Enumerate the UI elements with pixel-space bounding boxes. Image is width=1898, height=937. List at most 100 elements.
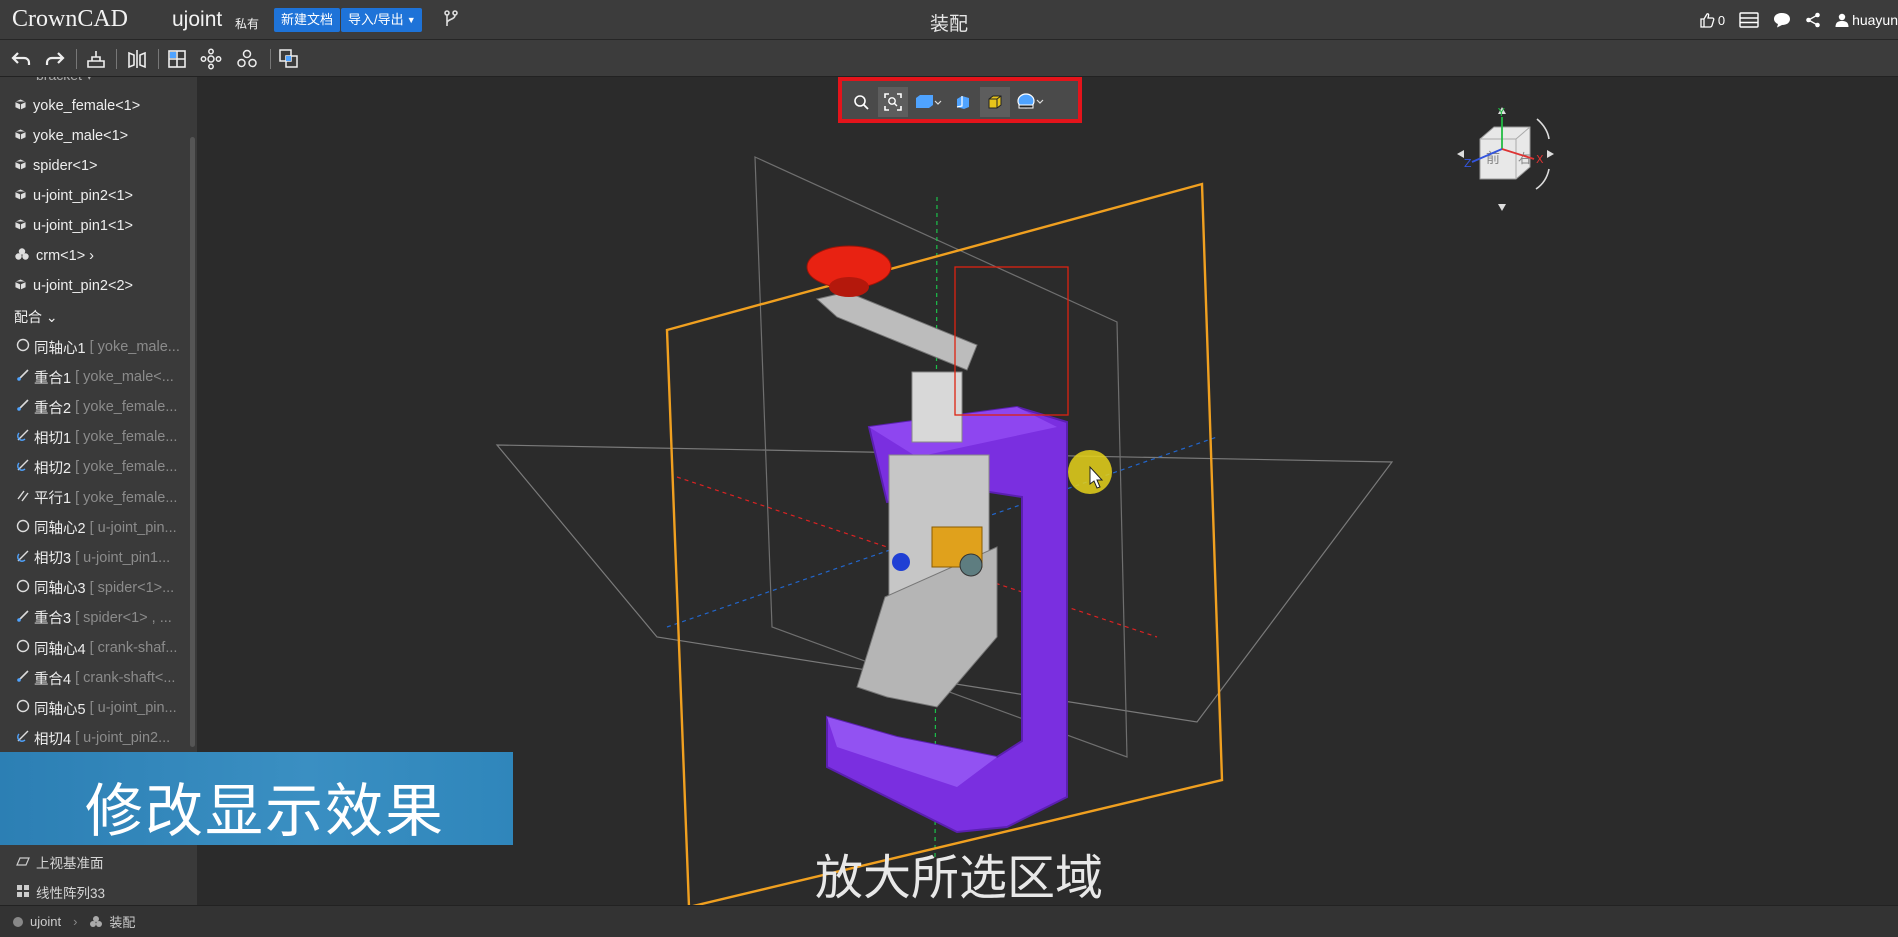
mate-reference: [ yoke_female... [75, 489, 178, 506]
part-icon [14, 218, 27, 235]
coincident-icon [16, 609, 30, 627]
view-right-arrow-icon[interactable] [1547, 150, 1554, 158]
new-document-button[interactable]: 新建文档 [274, 8, 341, 32]
shaded-cube-icon [988, 95, 1002, 109]
layout-button[interactable] [164, 46, 190, 72]
tree-part-label: u-joint_pin2<1> [33, 188, 133, 204]
mate-reference: [ yoke_female... [75, 459, 178, 476]
mate-item[interactable]: 相切4 [ u-joint_pin2... [16, 727, 170, 749]
zoom-to-fit-button[interactable] [846, 87, 876, 117]
components-button[interactable] [234, 46, 260, 72]
mate-name: 相切3 [34, 551, 72, 568]
like-button[interactable]: 0 [1699, 12, 1725, 28]
view-left-arrow-icon[interactable] [1457, 150, 1464, 158]
appearance-icon [1017, 93, 1044, 109]
zoom-selection-box [954, 266, 1069, 416]
document-name[interactable]: ujoint [172, 8, 222, 32]
tangent-icon [16, 458, 30, 476]
mate-item[interactable]: 平行1 [ yoke_female... [16, 487, 177, 509]
tangent-icon [16, 729, 30, 747]
mate-reference: [ u-joint_pin2... [75, 730, 171, 747]
tree-part-label: yoke_male<1> [33, 128, 129, 144]
user-icon [1835, 13, 1849, 27]
mirror-button[interactable] [124, 46, 150, 72]
branch-icon[interactable] [441, 9, 461, 29]
app-logo[interactable]: CrownCAD [12, 6, 128, 33]
mate-item[interactable]: 同轴心3 [ spider<1>... [16, 577, 174, 599]
mate-item[interactable]: 相切1 [ yoke_female... [16, 426, 177, 448]
tree-part-item[interactable]: u-joint_pin1<1> [14, 215, 133, 237]
thumbs-up-icon [1700, 13, 1715, 28]
tree-part-item[interactable]: u-joint_pin2<1> [14, 185, 133, 207]
list-icon[interactable] [1739, 12, 1759, 28]
tangent-icon [16, 428, 30, 446]
mate-item[interactable]: 重合4 [ crank-shaft<... [16, 667, 175, 689]
mate-item[interactable]: 同轴心5 [ u-joint_pin... [16, 697, 177, 719]
tree-part-label: crm<1> › [36, 248, 95, 264]
mate-name: 重合2 [34, 400, 72, 417]
mate-reference: [ yoke_male<... [75, 369, 174, 386]
view-cube[interactable]: 前 右 Y Z X [1452, 99, 1572, 219]
part-icon [14, 98, 27, 115]
user-menu[interactable]: huayun [1835, 12, 1898, 28]
mate-name: 重合1 [34, 370, 72, 387]
undo-button[interactable] [8, 46, 34, 72]
mate-item[interactable]: 同轴心4 [ crank-shaf... [16, 637, 177, 659]
coincident-icon [16, 368, 30, 386]
zoom-area-icon [884, 93, 902, 111]
redo-button[interactable] [42, 46, 68, 72]
breadcrumb-assembly[interactable]: 装配 [109, 912, 135, 931]
view-orientation-button[interactable] [910, 87, 946, 117]
mate-item[interactable]: 重合3 [ spider<1> , ... [16, 607, 172, 629]
mate-item[interactable]: 重合1 [ yoke_male<... [16, 366, 174, 388]
tree-part-item[interactable]: yoke_female<1> [14, 95, 140, 117]
document-icon [13, 916, 23, 927]
video-subtitle: 放大所选区域 [814, 852, 1103, 905]
explode-button[interactable] [198, 46, 224, 72]
mate-item[interactable]: 同轴心1 [ yoke_male... [16, 336, 180, 358]
tangent-icon [16, 549, 30, 567]
part-icon [14, 158, 27, 175]
view-down-arrow-icon[interactable] [1498, 204, 1506, 211]
mate-item[interactable]: 相切2 [ yoke_female... [16, 456, 177, 478]
coincident-icon [16, 669, 30, 687]
zoom-area-button[interactable] [878, 87, 908, 117]
redo-icon [45, 52, 65, 65]
tree-part-item[interactable]: yoke_male<1> [14, 125, 128, 147]
axis-y-label: Y [1497, 106, 1505, 119]
mate-item[interactable]: 同轴心2 [ u-joint_pin... [16, 517, 177, 539]
appearance-button[interactable] [1012, 87, 1048, 117]
parallel-icon [16, 489, 30, 507]
tree-part-item[interactable]: spider<1> [14, 155, 98, 177]
insert-part-button[interactable] [83, 46, 109, 72]
breadcrumb-separator-icon: › [73, 914, 78, 929]
mate-name: 同轴心3 [34, 581, 86, 598]
part-icon [14, 128, 27, 145]
crank-arm[interactable] [815, 291, 978, 371]
sidebar-scrollbar[interactable] [190, 137, 195, 747]
share-icon[interactable] [1805, 12, 1821, 28]
subassembly-icon [14, 247, 30, 265]
rotate-ccw-icon[interactable] [1535, 168, 1550, 190]
breadcrumb-document[interactable]: ujoint [30, 914, 61, 929]
undo-icon [11, 52, 31, 65]
view-orientation-icon [916, 95, 942, 108]
display-style-button[interactable] [980, 87, 1010, 117]
concentric-icon [16, 338, 30, 356]
comment-icon[interactable] [1773, 12, 1791, 28]
concentric-icon [16, 519, 30, 537]
tree-part-item[interactable]: crm<1> › [14, 245, 94, 267]
interference-check-button[interactable] [276, 46, 302, 72]
section-view-button[interactable] [948, 87, 978, 117]
mate-item[interactable]: 重合2 [ yoke_female... [16, 396, 177, 418]
mate-item[interactable]: 相切3 [ u-joint_pin1... [16, 547, 170, 569]
rotate-cw-icon[interactable] [1536, 118, 1550, 140]
import-export-button[interactable]: 导入/导出 ▼ [341, 8, 422, 32]
mate-reference: [ yoke_female... [75, 399, 178, 416]
mates-section-header[interactable]: 配合 ⌄ [14, 306, 58, 328]
mates-section-label: 配合 ⌄ [14, 309, 58, 325]
tree-part-item[interactable]: u-joint_pin2<2> [14, 275, 133, 297]
mate-reference: [ crank-shaf... [89, 640, 178, 656]
pin-blue [892, 553, 910, 571]
explode-icon [200, 48, 222, 70]
